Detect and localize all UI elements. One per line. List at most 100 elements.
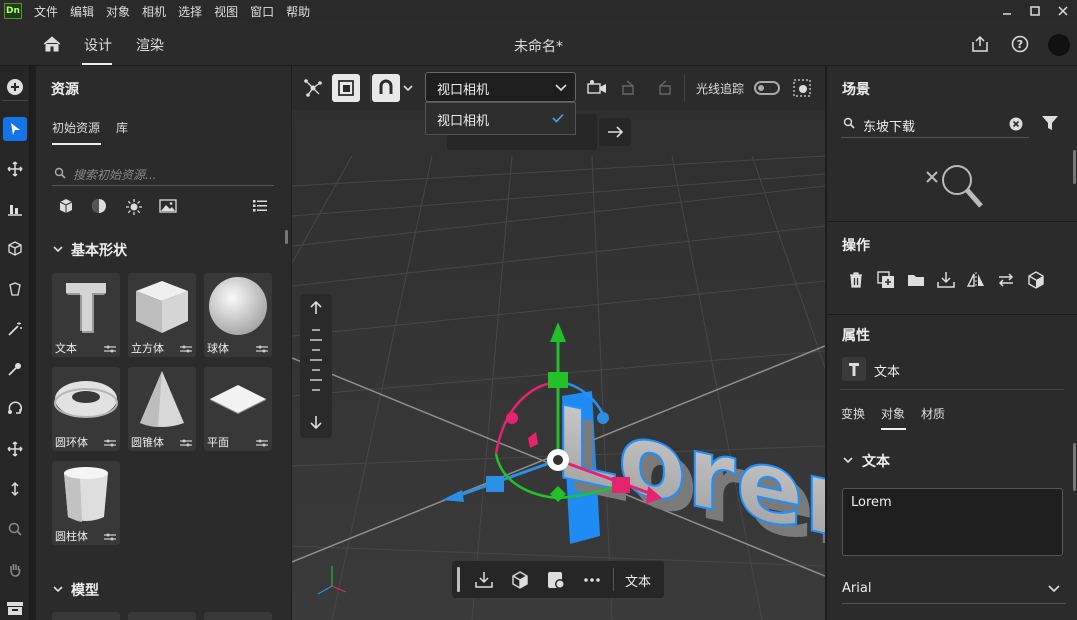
drag-handle[interactable] (457, 567, 460, 592)
tab-transform[interactable]: 变换 (841, 405, 865, 422)
tab-object[interactable]: 对象 (881, 405, 905, 422)
convert-to-3d-icon[interactable] (1026, 270, 1046, 290)
menu-window[interactable]: 窗口 (244, 3, 280, 20)
cube-icon[interactable] (58, 198, 74, 214)
render-settings-icon[interactable] (791, 77, 813, 99)
avatar[interactable] (1048, 34, 1070, 56)
mirror-icon[interactable] (966, 270, 986, 290)
section-basic-shapes[interactable]: 基本形状 (71, 240, 127, 260)
convert-to-3d-icon[interactable] (510, 570, 530, 590)
tab-material[interactable]: 材质 (921, 405, 945, 422)
share-icon[interactable] (970, 34, 990, 54)
tab-library[interactable]: 库 (116, 119, 128, 136)
adjust-icon[interactable] (256, 344, 268, 354)
assets-search[interactable]: 搜索初始资源... (52, 160, 274, 186)
clear-icon[interactable] (1009, 117, 1023, 131)
redo-camera-icon[interactable] (654, 77, 676, 99)
asset-tile-torus[interactable]: 圆环体 (52, 367, 120, 451)
chevron-down-icon[interactable] (843, 455, 853, 465)
material-sphere-icon[interactable] (91, 198, 107, 214)
section-text[interactable]: 文本 (862, 451, 890, 471)
swap-icon[interactable] (996, 270, 1016, 290)
asset-tile-cylinder[interactable]: 圆柱体 (52, 461, 120, 545)
right-scrollbar[interactable] (1073, 150, 1076, 184)
asset-tile-cube[interactable]: 立方体 (128, 273, 196, 357)
add-icon[interactable] (3, 75, 27, 99)
align-tool-icon[interactable] (3, 197, 27, 221)
viewport-canvas[interactable]: Lorem Lorem (292, 66, 825, 620)
home-icon[interactable] (40, 32, 64, 56)
menu-help[interactable]: 帮助 (280, 3, 316, 20)
archive-icon[interactable] (3, 596, 27, 620)
zoom-scale[interactable] (308, 326, 324, 400)
orbit-icon[interactable] (3, 397, 27, 421)
section-models[interactable]: 模型 (71, 580, 99, 600)
menu-select[interactable]: 选择 (172, 3, 208, 20)
undo-camera-icon[interactable] (619, 77, 641, 99)
arrow-down-icon[interactable] (309, 414, 323, 430)
duplicate-icon[interactable] (876, 270, 896, 290)
maximize-icon[interactable] (1021, 0, 1049, 22)
drop-to-ground-icon[interactable] (936, 270, 956, 290)
magic-wand-icon[interactable] (3, 317, 27, 341)
drop-to-ground-icon[interactable] (474, 570, 494, 590)
menu-object[interactable]: 对象 (100, 3, 136, 20)
close-icon[interactable] (1049, 0, 1077, 22)
hand-icon[interactable] (3, 557, 27, 581)
frame-selection-button[interactable] (332, 74, 360, 102)
eyedropper-icon[interactable] (3, 357, 27, 381)
menu-file[interactable]: 文件 (28, 3, 64, 20)
camera-select[interactable]: 视口相机 (425, 72, 576, 102)
adjust-icon[interactable] (180, 438, 192, 448)
scene-graph-icon[interactable] (302, 77, 324, 99)
tab-starter-assets[interactable]: 初始资源 (52, 119, 100, 136)
menu-camera[interactable]: 相机 (136, 3, 172, 20)
model-tile-partial[interactable] (52, 612, 120, 620)
help-icon[interactable]: ? (1010, 34, 1030, 54)
snap-magnet-button[interactable] (372, 74, 400, 102)
model-tile-partial[interactable] (204, 612, 272, 620)
chevron-down-icon[interactable] (53, 584, 63, 594)
tab-render[interactable]: 渲染 (136, 35, 164, 55)
camera-option[interactable]: 视口相机 (426, 103, 575, 134)
menu-view[interactable]: 视图 (208, 3, 244, 20)
light-icon[interactable] (125, 198, 143, 216)
adjust-icon[interactable] (104, 532, 116, 542)
select-tool-icon[interactable] (3, 117, 27, 141)
scene-search[interactable]: 东坡下载 (841, 112, 1029, 138)
asset-tile-sphere[interactable]: 球体 (204, 273, 272, 357)
asset-tile-text[interactable]: 文本 (52, 273, 120, 357)
group-folder-icon[interactable] (906, 270, 926, 290)
adjust-icon[interactable] (104, 438, 116, 448)
model-tool-icon[interactable] (3, 237, 27, 261)
shape-tool-icon[interactable] (3, 277, 27, 301)
adjust-icon[interactable] (104, 344, 116, 354)
dolly-icon[interactable] (3, 477, 27, 501)
arrow-up-icon[interactable] (309, 300, 323, 316)
tab-design[interactable]: 设计 (84, 35, 112, 55)
minimize-icon[interactable] (993, 0, 1021, 22)
right-scrollbar[interactable] (1073, 443, 1076, 491)
raytrace-toggle[interactable] (754, 81, 780, 95)
delete-icon[interactable] (846, 270, 866, 290)
menu-edit[interactable]: 编辑 (64, 3, 100, 20)
adjust-icon[interactable] (256, 438, 268, 448)
image-icon[interactable] (159, 199, 177, 213)
pan-icon[interactable] (3, 437, 27, 461)
font-select[interactable]: Arial (842, 572, 1066, 604)
zoom-icon[interactable] (3, 517, 27, 541)
chevron-down-icon[interactable] (53, 244, 63, 254)
adjust-icon[interactable] (180, 344, 192, 354)
camera-bookmark-icon[interactable] (586, 77, 608, 99)
more-icon[interactable] (582, 570, 602, 590)
list-view-icon[interactable] (252, 199, 268, 213)
asset-tile-plane[interactable]: 平面 (204, 367, 272, 451)
model-tile-partial[interactable] (128, 612, 196, 620)
filter-icon[interactable] (1041, 114, 1059, 132)
assets-scrollbar[interactable] (285, 230, 288, 244)
material-icon[interactable] (546, 570, 566, 590)
text-content-field[interactable]: Lorem (842, 488, 1063, 556)
move-tool-icon[interactable] (3, 157, 27, 181)
chevron-down-icon[interactable] (403, 83, 413, 93)
asset-tile-cone[interactable]: 圆锥体 (128, 367, 196, 451)
